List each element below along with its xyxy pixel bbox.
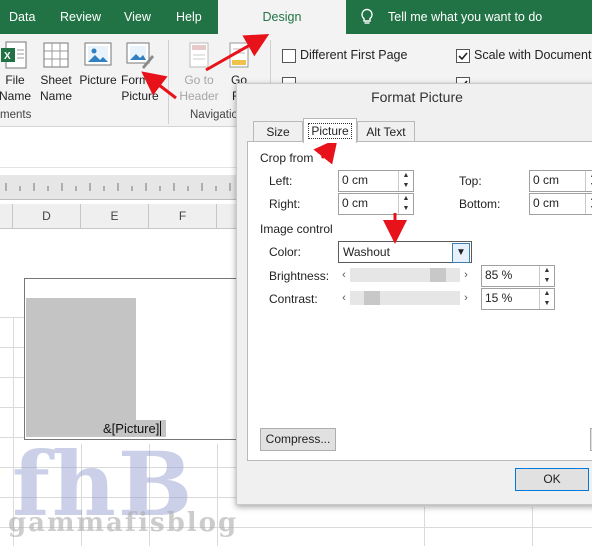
brightness-slider[interactable]: ‹ › xyxy=(338,267,472,283)
tab-review[interactable]: Review xyxy=(60,0,101,34)
contrast-label: Contrast: xyxy=(269,292,318,306)
washout-picture-preview xyxy=(26,298,136,437)
watermark-text: gammafisblog xyxy=(8,508,239,538)
crop-right-spinner[interactable]: 0 cm ▲ ▼ xyxy=(338,193,414,215)
tab-picture-label: Picture xyxy=(308,123,352,139)
format-picture-label: Format Picture xyxy=(120,73,159,103)
file-name-button[interactable]: X File Name xyxy=(0,40,32,104)
sheet-name-icon xyxy=(43,42,69,68)
tab-design[interactable]: Design xyxy=(218,0,346,34)
file-name-label: File Name xyxy=(0,73,31,103)
ok-button[interactable]: OK xyxy=(515,468,589,491)
slider-right-arrow-icon[interactable]: › xyxy=(460,290,472,306)
header-footer-elements-group-label: ments xyxy=(0,109,32,121)
scale-with-document-label: Scale with Document xyxy=(474,48,592,62)
color-dropdown[interactable]: Washout ▼ xyxy=(338,241,472,263)
svg-text:X: X xyxy=(4,51,11,62)
crop-top-value: 0 cm xyxy=(533,173,560,187)
contrast-spinner[interactable]: 15 % ▲ ▼ xyxy=(481,288,555,310)
column-header-row: D E F xyxy=(0,204,240,229)
file-name-icon: X xyxy=(1,41,27,69)
tab-alt-text[interactable]: Alt Text xyxy=(357,121,415,142)
tab-data[interactable]: Data xyxy=(9,0,35,34)
go-to-header-icon xyxy=(189,42,209,68)
crop-top-spinner[interactable]: 0 cm ▲▼ xyxy=(529,170,592,192)
tab-picture[interactable]: Picture xyxy=(303,118,357,143)
tab-size[interactable]: Size xyxy=(253,121,303,142)
go-to-footer-icon xyxy=(229,42,249,68)
picture-icon xyxy=(84,42,112,66)
picture-button[interactable]: Picture xyxy=(78,40,118,88)
navigation-group-label: Navigatio xyxy=(190,109,238,121)
gridline xyxy=(424,507,425,546)
tell-me-search[interactable]: Tell me what you want to do xyxy=(388,0,542,34)
compress-button[interactable]: Compress... xyxy=(260,428,336,451)
color-value: Washout xyxy=(343,245,390,259)
contrast-slider[interactable]: ‹ › xyxy=(338,290,472,306)
format-picture-icon xyxy=(126,42,154,69)
go-to-header-label: Go to Header xyxy=(179,73,219,103)
column-header-d[interactable]: D xyxy=(13,204,81,228)
go-to-header-button[interactable]: Go to Header xyxy=(178,40,220,104)
scale-with-document-checkbox[interactable] xyxy=(456,49,470,63)
horizontal-ruler xyxy=(0,175,240,200)
format-picture-dialog: Format Picture Size Picture Alt Text Cro… xyxy=(236,83,592,505)
crop-left-spinner[interactable]: 0 cm ▲ ▼ xyxy=(338,170,414,192)
slider-left-arrow-icon[interactable]: ‹ xyxy=(338,290,350,306)
color-label: Color: xyxy=(269,245,302,259)
crop-left-value: 0 cm xyxy=(342,173,369,187)
checkmark-icon xyxy=(458,52,468,61)
column-header-e[interactable]: E xyxy=(81,204,149,228)
different-first-page-label: Different First Page xyxy=(300,48,408,62)
crop-right-value: 0 cm xyxy=(342,196,369,210)
ribbon-tab-bar: Data Review View Help Design Tell me wha… xyxy=(0,0,592,34)
ruler-ticks xyxy=(5,183,231,191)
brightness-value: 85 % xyxy=(485,268,513,282)
slider-thumb[interactable] xyxy=(364,291,381,305)
sheet-name-button[interactable]: Sheet Name xyxy=(36,40,76,104)
contrast-value: 15 % xyxy=(485,291,513,305)
group-separator xyxy=(168,40,169,124)
crop-from-heading: Crop from xyxy=(260,151,314,165)
column-header-f[interactable]: F xyxy=(149,204,217,228)
dialog-title: Format Picture xyxy=(371,89,463,105)
chevron-down-icon[interactable]: ▼ xyxy=(452,243,470,263)
column-header-partial[interactable] xyxy=(0,204,13,228)
tab-help[interactable]: Help xyxy=(176,0,202,34)
different-first-page-checkbox[interactable] xyxy=(282,49,296,63)
slider-left-arrow-icon[interactable]: ‹ xyxy=(338,267,350,283)
crop-bottom-spinner[interactable]: 0 cm ▲▼ xyxy=(529,193,592,215)
crop-left-label: Left: xyxy=(269,174,293,188)
slider-right-arrow-icon[interactable]: › xyxy=(460,267,472,283)
crop-bottom-label: Bottom: xyxy=(459,197,501,211)
spinner-arrows-icon[interactable]: ▲▼ xyxy=(585,171,592,191)
brightness-label: Brightness: xyxy=(269,269,330,283)
gridline xyxy=(532,507,533,546)
brightness-spinner[interactable]: 85 % ▲ ▼ xyxy=(481,265,555,287)
spinner-arrows-icon[interactable]: ▲▼ xyxy=(539,266,554,286)
format-picture-button[interactable]: Format Picture xyxy=(118,40,162,104)
picture-tab-panel: Crop from Left: 0 cm ▲ ▼ Right: 0 cm ▲ ▼ T… xyxy=(247,141,592,461)
lightbulb-icon xyxy=(361,8,373,24)
spinner-arrows-icon[interactable]: ▲▼ xyxy=(585,194,592,214)
crop-top-label: Top: xyxy=(459,174,482,188)
spinner-arrows-icon[interactable]: ▲▼ xyxy=(398,171,413,191)
sheet-name-label: Sheet Name xyxy=(39,73,72,103)
image-control-heading: Image control xyxy=(260,222,333,236)
spinner-arrows-icon[interactable]: ▲▼ xyxy=(539,289,554,309)
picture-label: Picture xyxy=(79,73,117,87)
crop-bottom-value: 0 cm xyxy=(533,196,560,210)
tab-view[interactable]: View xyxy=(124,0,151,34)
slider-thumb[interactable] xyxy=(429,268,446,282)
spinner-arrows-icon[interactable]: ▲▼ xyxy=(398,194,413,214)
crop-right-label: Right: xyxy=(269,197,301,211)
